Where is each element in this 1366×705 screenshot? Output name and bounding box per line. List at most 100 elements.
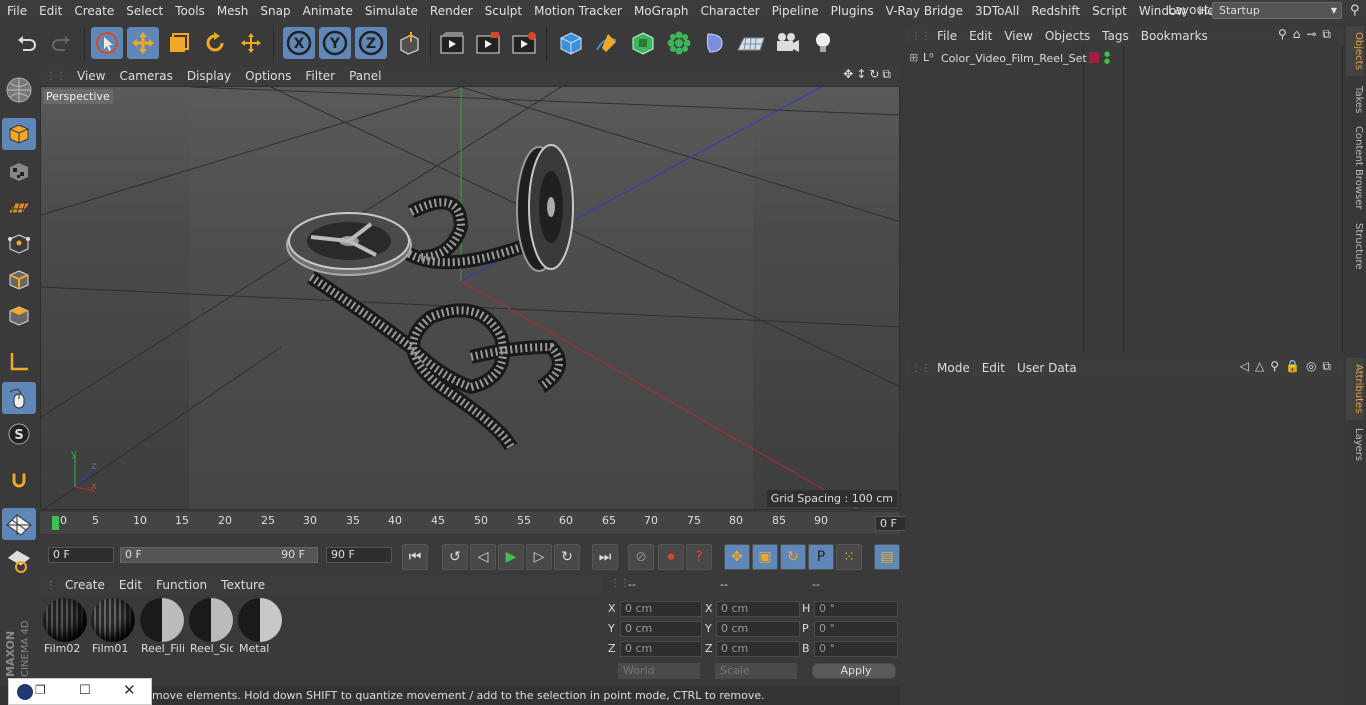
attributes-toolbar-icons[interactable]: ◁△⚲🔒◎⧉ xyxy=(1240,359,1337,374)
menu-motion-tracker[interactable]: Motion Tracker xyxy=(527,0,627,22)
object-row[interactable]: ⊞ L⁰ Color_Video_Film_Reel_Set ● ● xyxy=(905,50,1345,68)
restore-icon[interactable]: ❐ xyxy=(35,683,46,697)
tab-objects[interactable]: Objects xyxy=(1346,26,1364,76)
next-key-icon[interactable]: ↻ xyxy=(554,544,580,570)
viewport-menu-options[interactable]: Options xyxy=(238,69,298,83)
attributes-menu-user-data[interactable]: User Data xyxy=(1011,361,1083,375)
texture-mode-icon[interactable] xyxy=(2,156,36,188)
search-icon[interactable]: ⚲ xyxy=(1350,3,1360,18)
rotation-h-field[interactable]: 0 ° xyxy=(814,601,898,617)
go-to-end-icon[interactable]: ⏭ xyxy=(592,544,618,570)
menu-snap[interactable]: Snap xyxy=(253,0,295,22)
key-pla-icon[interactable]: ⁙ xyxy=(836,544,862,570)
material-menu-function[interactable]: Function xyxy=(149,578,214,592)
objects-menu-file[interactable]: File xyxy=(931,29,963,43)
layer-color-swatch[interactable] xyxy=(1089,52,1099,63)
make-editable-icon[interactable] xyxy=(2,74,36,106)
move-tool-icon[interactable] xyxy=(127,27,159,59)
coordinate-system-icon[interactable] xyxy=(393,27,425,59)
position-y-field[interactable]: 0 cm xyxy=(620,621,702,637)
size-y-field[interactable]: 0 cm xyxy=(716,621,800,637)
end-frame-field[interactable]: 90 F xyxy=(326,547,392,563)
menu-script[interactable]: Script xyxy=(1085,0,1132,22)
render-picture-viewer-icon[interactable] xyxy=(472,27,504,59)
viewport-menu-panel[interactable]: Panel xyxy=(342,69,388,83)
scale-tool-icon[interactable] xyxy=(163,27,195,59)
light-icon[interactable] xyxy=(807,27,839,59)
viewport-menu-view[interactable]: View xyxy=(70,69,112,83)
camera-icon[interactable] xyxy=(771,27,803,59)
cloner-icon[interactable] xyxy=(663,27,695,59)
material-menu-create[interactable]: Create xyxy=(58,578,112,592)
cube-primitive-icon[interactable] xyxy=(555,27,587,59)
size-x-field[interactable]: 0 cm xyxy=(716,601,800,617)
menu-tools[interactable]: Tools xyxy=(168,0,210,22)
viewport-menu-filter[interactable]: Filter xyxy=(298,69,342,83)
tab-content-browser[interactable]: Content Browser xyxy=(1346,122,1364,214)
workplane-icon[interactable] xyxy=(2,192,36,224)
material-menu-edit[interactable]: Edit xyxy=(112,578,149,592)
go-to-start-icon[interactable]: ⏮ xyxy=(402,544,428,570)
key-position-icon[interactable]: ✥ xyxy=(724,544,750,570)
start-frame-field[interactable]: 0 F xyxy=(48,547,114,563)
key-parameter-icon[interactable]: P xyxy=(808,544,834,570)
rotation-p-field[interactable]: 0 ° xyxy=(814,621,898,637)
workplane-lock-icon[interactable] xyxy=(2,508,36,540)
tab-takes[interactable]: Takes xyxy=(1346,80,1364,120)
objects-menu-edit[interactable]: Edit xyxy=(963,29,998,43)
menu-redshift[interactable]: Redshift xyxy=(1024,0,1085,22)
play-icon[interactable]: ▶ xyxy=(498,544,524,570)
snap-magnet-icon[interactable] xyxy=(2,464,36,496)
menu-sculpt[interactable]: Sculpt xyxy=(478,0,527,22)
material-swatch[interactable]: Reel_Sic xyxy=(188,598,233,656)
deformer-icon[interactable] xyxy=(699,27,731,59)
render-view-icon[interactable] xyxy=(436,27,468,59)
viewport-menu-display[interactable]: Display xyxy=(180,69,238,83)
menu-mograph[interactable]: MoGraph xyxy=(627,0,694,22)
rotation-b-field[interactable]: 0 ° xyxy=(814,641,898,657)
tab-layers[interactable]: Layers xyxy=(1346,424,1364,464)
material-menu-texture[interactable]: Texture xyxy=(214,578,272,592)
layout-dropdown[interactable]: Startup xyxy=(1212,2,1342,19)
tab-attributes[interactable]: Attributes xyxy=(1346,358,1364,420)
objects-menu-bookmarks[interactable]: Bookmarks xyxy=(1135,29,1214,43)
material-swatch[interactable]: Metal xyxy=(237,598,282,656)
timeline-ruler[interactable]: 0 5 10 15 20 25 30 35 40 45 50 55 60 65 … xyxy=(40,512,939,534)
menu-plugins[interactable]: Plugins xyxy=(824,0,879,22)
axis-mode-icon[interactable] xyxy=(2,346,36,378)
menu-render[interactable]: Render xyxy=(423,0,478,22)
menu-vray-bridge[interactable]: V-Ray Bridge xyxy=(879,0,968,22)
model-mode-icon[interactable] xyxy=(2,118,36,150)
attributes-menu-mode[interactable]: Mode xyxy=(931,361,976,375)
undo-icon[interactable] xyxy=(10,27,42,59)
menu-select[interactable]: Select xyxy=(119,0,168,22)
3d-viewport[interactable]: Perspective y z x Grid Spacing : 100 cm xyxy=(40,86,900,510)
menu-pipeline[interactable]: Pipeline xyxy=(765,0,824,22)
visibility-dots-icon[interactable]: ● ● xyxy=(1104,51,1110,65)
frame-range-slider[interactable]: 0 F 90 F xyxy=(120,547,318,563)
coordinate-space-dropdown[interactable]: World xyxy=(618,663,700,679)
record-keys-icon[interactable]: ⏺ xyxy=(658,544,684,570)
position-z-field[interactable]: 0 cm xyxy=(620,641,702,657)
menu-character[interactable]: Character xyxy=(693,0,764,22)
menu-3dtoall[interactable]: 3DToAll xyxy=(968,0,1024,22)
autokeying-icon[interactable]: ? xyxy=(686,544,712,570)
previous-frame-icon[interactable]: ◁ xyxy=(470,544,496,570)
menu-file[interactable]: File xyxy=(0,0,32,22)
material-swatch[interactable]: Film01 xyxy=(90,598,135,656)
floor-icon[interactable] xyxy=(735,27,767,59)
menu-create[interactable]: Create xyxy=(67,0,119,22)
material-swatch[interactable]: Film02 xyxy=(42,598,87,656)
locked-workplane-icon[interactable] xyxy=(2,544,36,576)
render-settings-icon[interactable] xyxy=(508,27,540,59)
viewport-menu-cameras[interactable]: Cameras xyxy=(112,69,179,83)
timeline-playhead[interactable] xyxy=(52,516,59,530)
apply-button[interactable]: Apply xyxy=(812,663,896,679)
objects-menu-objects[interactable]: Objects xyxy=(1039,29,1096,43)
pen-spline-icon[interactable] xyxy=(591,27,623,59)
objects-menu-tags[interactable]: Tags xyxy=(1096,29,1135,43)
viewport-camera-label[interactable]: Perspective xyxy=(43,89,113,104)
tab-structure[interactable]: Structure xyxy=(1346,218,1364,274)
size-mode-dropdown[interactable]: Scale xyxy=(715,663,797,679)
object-name[interactable]: Color_Video_Film_Reel_Set xyxy=(941,52,1087,65)
